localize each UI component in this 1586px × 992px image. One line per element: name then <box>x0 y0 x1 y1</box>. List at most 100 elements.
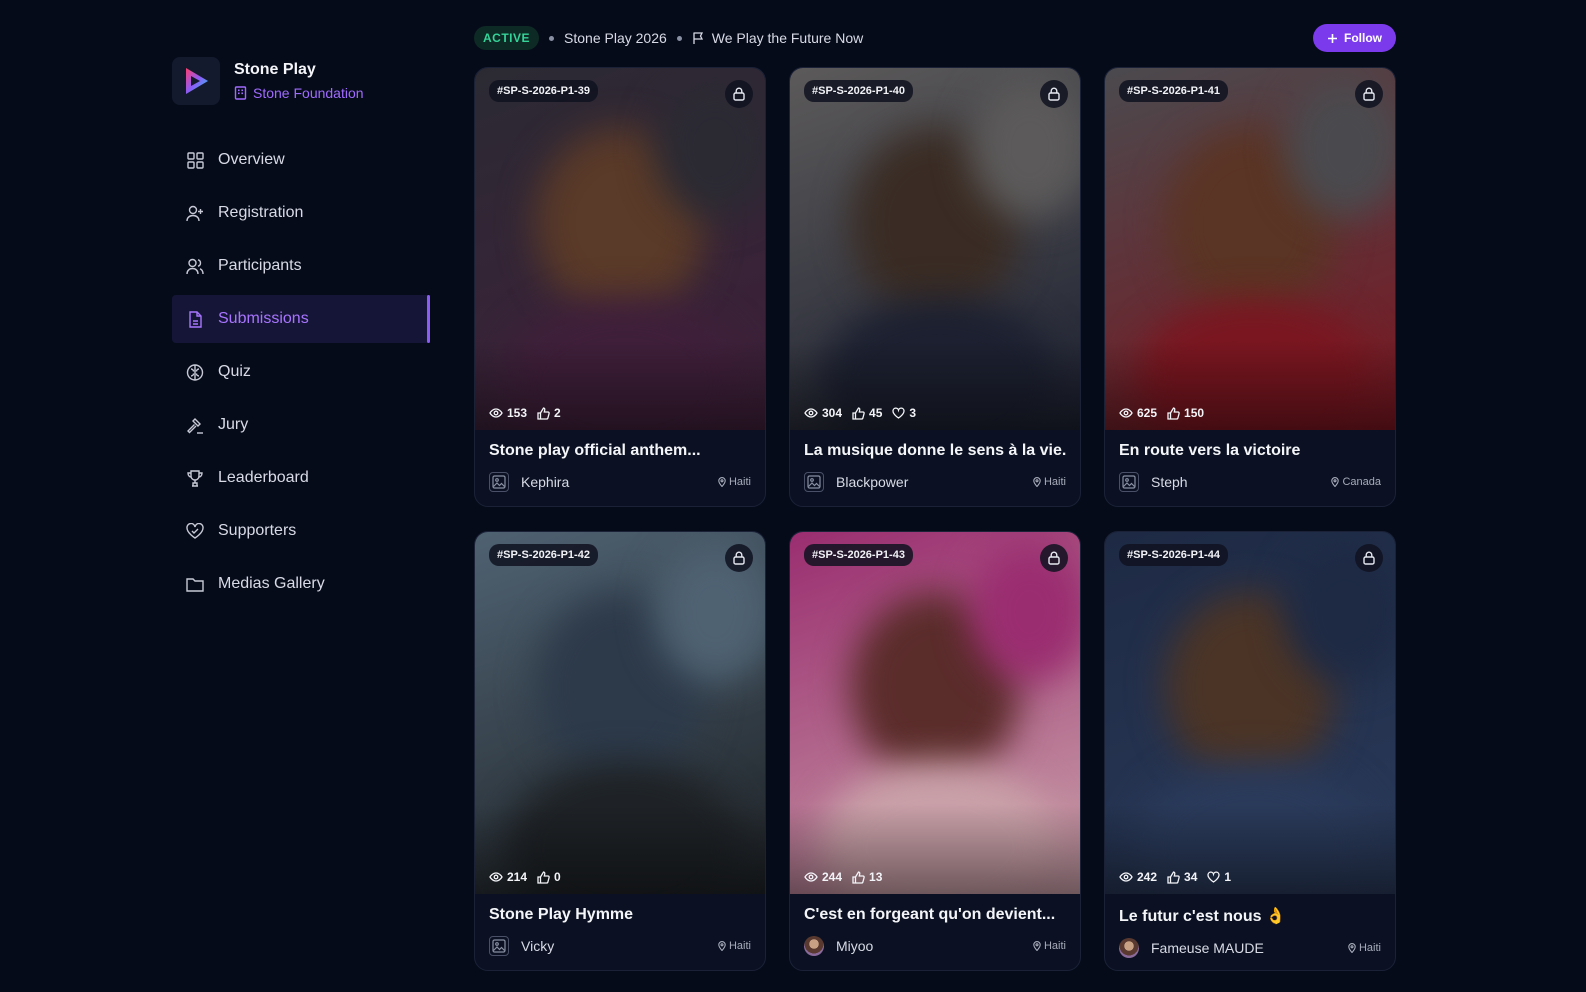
hearts-stat[interactable]: 1 <box>1207 870 1231 884</box>
sidebar-item-label: Registration <box>218 204 304 221</box>
location: Haiti <box>1033 476 1066 488</box>
likes-stat[interactable]: 45 <box>852 406 882 420</box>
lock-icon <box>733 551 745 565</box>
views-count: 214 <box>507 870 528 884</box>
lock-icon <box>1048 551 1060 565</box>
author-name[interactable]: Blackpower <box>836 474 908 490</box>
views-count: 153 <box>507 406 528 420</box>
file-icon <box>186 310 204 328</box>
submission-info: En route vers la victoire Steph Canada <box>1105 430 1395 492</box>
submission-card[interactable]: #SP-S-2026-P1-44 242 34 1 Le futur c'est… <box>1104 531 1396 971</box>
submission-title[interactable]: Le futur c'est nous 👌 <box>1119 906 1381 926</box>
likes-stat[interactable]: 34 <box>1167 870 1197 884</box>
likes-stat[interactable]: 150 <box>1167 406 1204 420</box>
lock-button[interactable] <box>1040 544 1068 572</box>
lock-icon <box>1048 87 1060 101</box>
lock-button[interactable] <box>1040 80 1068 108</box>
submission-thumbnail[interactable]: #SP-S-2026-P1-40 304 45 3 <box>790 68 1080 430</box>
submission-thumbnail[interactable]: #SP-S-2026-P1-39 153 2 <box>475 68 765 430</box>
submission-card[interactable]: #SP-S-2026-P1-41 625 150 En route vers l… <box>1104 67 1396 507</box>
submission-title[interactable]: Stone play official anthem... <box>489 442 751 460</box>
sidebar-item-submissions[interactable]: Submissions <box>172 295 430 343</box>
thumbs-up-icon <box>852 870 865 884</box>
blurred-video-preview <box>790 68 1080 430</box>
submission-card[interactable]: #SP-S-2026-P1-43 244 13 C'est en forgean… <box>789 531 1081 971</box>
submission-card[interactable]: #SP-S-2026-P1-39 153 2 Stone play offici… <box>474 67 766 507</box>
sidebar-item-medias-gallery[interactable]: Medias Gallery <box>172 560 430 608</box>
author-name[interactable]: Steph <box>1151 474 1188 490</box>
likes-count: 45 <box>869 406 883 420</box>
thumbs-up-icon <box>537 406 550 420</box>
submission-meta: Vicky Haiti <box>489 936 751 956</box>
sidebar-item-label: Supporters <box>218 522 297 539</box>
submission-title[interactable]: La musique donne le sens à la vie. <box>804 442 1066 460</box>
submission-title[interactable]: Stone Play Hymme <box>489 906 751 924</box>
location: Haiti <box>1348 942 1381 954</box>
submission-thumbnail[interactable]: #SP-S-2026-P1-41 625 150 <box>1105 68 1395 430</box>
likes-stat[interactable]: 0 <box>537 870 561 884</box>
submission-title[interactable]: C'est en forgeant qu'on devient... <box>804 906 1066 924</box>
plus-icon <box>1328 33 1337 43</box>
likes-stat[interactable]: 2 <box>537 406 561 420</box>
eye-icon <box>489 872 503 882</box>
image-placeholder-icon <box>1119 472 1139 492</box>
lock-button[interactable] <box>1355 80 1383 108</box>
users-icon <box>186 257 204 275</box>
status-badge: ACTIVE <box>474 26 540 50</box>
follow-button[interactable]: Follow <box>1313 24 1396 52</box>
location-name: Haiti <box>728 940 751 952</box>
submission-info: Stone play official anthem... Kephira Ha… <box>475 430 765 492</box>
author-name[interactable]: Vicky <box>521 938 554 954</box>
author-name[interactable]: Miyoo <box>836 938 873 954</box>
lock-button[interactable] <box>1355 544 1383 572</box>
submission-thumbnail[interactable]: #SP-S-2026-P1-42 214 0 <box>475 532 765 894</box>
submissions-grid: #SP-S-2026-P1-39 153 2 Stone play offici… <box>474 67 1396 971</box>
trophy-icon <box>186 469 204 487</box>
gavel-icon <box>186 416 204 434</box>
brand-org[interactable]: Stone Foundation <box>234 85 364 101</box>
map-pin-icon <box>1348 943 1356 953</box>
sidebar-item-overview[interactable]: Overview <box>172 136 430 184</box>
blurred-video-preview <box>790 532 1080 894</box>
event-motto: We Play the Future Now <box>692 30 863 46</box>
sidebar-item-leaderboard[interactable]: Leaderboard <box>172 454 430 502</box>
image-placeholder-icon <box>489 472 509 492</box>
sidebar-item-quiz[interactable]: Quiz <box>172 348 430 396</box>
sidebar-item-supporters[interactable]: Supporters <box>172 507 430 555</box>
building-icon <box>234 86 247 100</box>
sidebar-item-participants[interactable]: Participants <box>172 242 430 290</box>
likes-count: 34 <box>1184 870 1198 884</box>
submission-card[interactable]: #SP-S-2026-P1-40 304 45 3 La musique don… <box>789 67 1081 507</box>
eye-icon <box>804 872 818 882</box>
map-pin-icon <box>1033 941 1041 951</box>
sidebar-item-registration[interactable]: Registration <box>172 189 430 237</box>
location: Haiti <box>1033 940 1066 952</box>
views-stat: 625 <box>1119 406 1157 420</box>
sidebar-item-label: Jury <box>218 416 249 433</box>
sidebar-nav: Overview Registration Participants Submi… <box>172 136 432 608</box>
thumbs-up-icon <box>537 870 550 884</box>
submission-info: C'est en forgeant qu'on devient... Miyoo… <box>790 894 1080 956</box>
likes-count: 150 <box>1184 406 1205 420</box>
thumbs-up-icon <box>852 406 865 420</box>
event-name[interactable]: Stone Play 2026 <box>564 30 667 46</box>
submission-card[interactable]: #SP-S-2026-P1-42 214 0 Stone Play Hymme … <box>474 531 766 971</box>
likes-stat[interactable]: 13 <box>852 870 882 884</box>
submission-thumbnail[interactable]: #SP-S-2026-P1-44 242 34 1 <box>1105 532 1395 894</box>
lock-button[interactable] <box>725 80 753 108</box>
brand[interactable]: Stone Play Stone Foundation <box>172 56 432 106</box>
submission-thumbnail[interactable]: #SP-S-2026-P1-43 244 13 <box>790 532 1080 894</box>
submission-meta: Miyoo Haiti <box>804 936 1066 956</box>
submission-stats: 214 0 <box>489 870 561 884</box>
flag-icon <box>693 32 703 44</box>
location-name: Haiti <box>1358 942 1381 954</box>
author-name[interactable]: Fameuse MAUDE <box>1151 940 1264 956</box>
sidebar-item-jury[interactable]: Jury <box>172 401 430 449</box>
submission-title[interactable]: En route vers la victoire <box>1119 442 1381 460</box>
submission-info: La musique donne le sens à la vie. Black… <box>790 430 1080 492</box>
lock-icon <box>733 87 745 101</box>
hearts-stat[interactable]: 3 <box>892 406 916 420</box>
author-photo-avatar <box>1119 938 1139 958</box>
author-name[interactable]: Kephira <box>521 474 569 490</box>
lock-button[interactable] <box>725 544 753 572</box>
